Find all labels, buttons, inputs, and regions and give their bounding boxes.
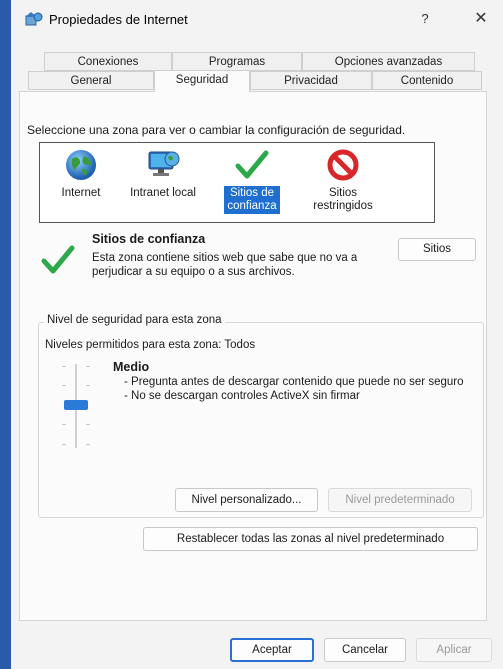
tab-general[interactable]: General [28, 71, 154, 90]
selected-zone-description: Esta zona contiene sitios web que sabe q… [92, 252, 358, 278]
tab-programas[interactable]: Programas [172, 52, 302, 71]
title-bar[interactable]: Propiedades de Internet ? ✕ [11, 0, 503, 38]
forbidden-icon [325, 147, 361, 183]
level-point: - No se descargan controles ActiveX sin … [124, 390, 360, 402]
zone-internet[interactable]: Internet [48, 143, 114, 201]
internet-options-icon [25, 11, 43, 27]
slider-tick [62, 444, 66, 445]
security-level-group-label: Nivel de seguridad para esta zona [44, 314, 225, 326]
zone-sitios-de-confianza[interactable]: Sitios de confianza [220, 143, 284, 215]
ok-button[interactable]: Aceptar [230, 638, 314, 662]
close-button[interactable]: ✕ [467, 8, 495, 30]
sites-button[interactable]: Sitios [398, 238, 476, 261]
check-icon [41, 243, 75, 277]
tab-contenido[interactable]: Contenido [372, 71, 482, 90]
custom-level-button[interactable]: Nivel personalizado... [175, 488, 318, 512]
slider-tick [62, 366, 66, 367]
help-button[interactable]: ? [415, 8, 435, 30]
security-level-description: - Pregunta antes de descargar contenido … [124, 375, 464, 403]
security-level-name: Medio [113, 360, 150, 374]
zone-label: Intranet local [130, 187, 196, 199]
zone-label: Sitios restringidos [313, 187, 373, 212]
zone-list[interactable]: Internet Intranet local Sitios de confia… [39, 142, 435, 223]
reset-all-zones-button[interactable]: Restablecer todas las zonas al nivel pre… [143, 527, 478, 551]
tab-conexiones[interactable]: Conexiones [44, 52, 172, 71]
default-level-button[interactable]: Nivel predeterminado [328, 488, 472, 512]
apply-button[interactable]: Aplicar [416, 638, 492, 662]
window-title: Propiedades de Internet [49, 12, 188, 27]
security-level-slider-thumb[interactable] [64, 400, 88, 410]
zone-label: Sitios de confianza [223, 185, 281, 215]
slider-tick [86, 444, 90, 445]
level-point: - Pregunta antes de descargar contenido … [124, 376, 464, 388]
slider-tick [86, 366, 90, 367]
window-left-edge [0, 0, 11, 669]
zone-label: Internet [61, 187, 101, 199]
cancel-button[interactable]: Cancelar [324, 638, 406, 662]
check-icon [234, 147, 270, 183]
slider-tick [62, 385, 66, 386]
allowed-levels-text: Niveles permitidos para esta zona: Todos [45, 339, 256, 351]
zone-intranet-local[interactable]: Intranet local [120, 143, 206, 201]
globe-icon [63, 147, 99, 183]
tab-opciones-avanzadas[interactable]: Opciones avanzadas [302, 52, 475, 71]
tab-privacidad[interactable]: Privacidad [250, 71, 372, 90]
slider-tick [86, 424, 90, 425]
slider-tick [86, 385, 90, 386]
slider-tick [62, 424, 66, 425]
zone-instruction: Seleccione una zona para ver o cambiar l… [27, 123, 406, 137]
tab-seguridad[interactable]: Seguridad [154, 70, 250, 92]
selected-zone-title: Sitios de confianza [92, 232, 206, 246]
zone-sitios-restringidos[interactable]: Sitios restringidos [300, 143, 386, 214]
network-computer-icon [145, 147, 181, 183]
